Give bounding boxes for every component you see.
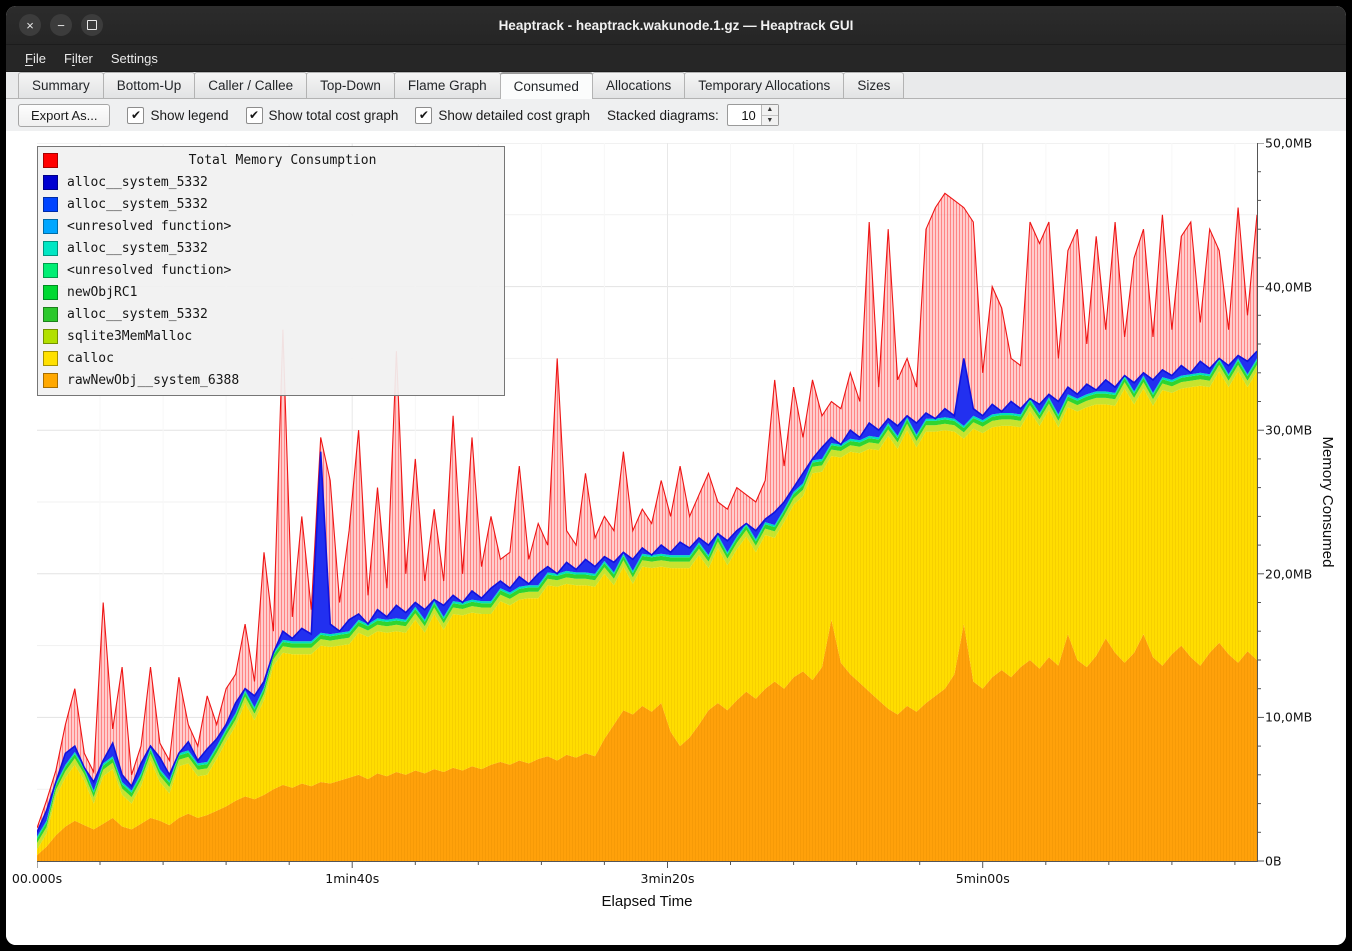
legend-entry-label: alloc__system_5332 [67, 197, 208, 212]
tab-allocations[interactable]: Allocations [592, 72, 685, 98]
tab-bottom-up[interactable]: Bottom-Up [103, 72, 196, 98]
x-tick-label: 00.000s [12, 871, 62, 886]
legend-swatch [43, 373, 58, 388]
legend-entry: alloc__system_5332 [43, 171, 498, 193]
minimize-icon: − [57, 19, 65, 32]
tab-bar: Summary Bottom-Up Caller / Callee Top-Do… [6, 72, 1346, 99]
x-tick-label: 1min40s [325, 871, 379, 886]
stacked-diagrams-control: Stacked diagrams: 10 ▲ ▼ [607, 104, 779, 126]
chevron-up-icon: ▲ [766, 106, 773, 113]
legend-title: Total Memory Consumption [67, 153, 498, 168]
legend-swatch [43, 197, 58, 212]
consumed-chart[interactable]: Total Memory Consumption alloc__system_53… [6, 131, 1346, 945]
checkbox-check-icon: ✔ [127, 107, 144, 124]
tab-summary[interactable]: Summary [18, 72, 104, 98]
legend-entry: alloc__system_5332 [43, 193, 498, 215]
legend-swatch [43, 175, 58, 190]
legend-entry-label: calloc [67, 351, 114, 366]
minimize-button[interactable]: − [50, 14, 72, 36]
show-detailed-cost-graph-checkbox[interactable]: ✔ Show detailed cost graph [415, 107, 590, 124]
tab-top-down[interactable]: Top-Down [306, 72, 395, 98]
legend-swatch [43, 351, 58, 366]
legend-entry: newObjRC1 [43, 281, 498, 303]
tab-temporary-allocations[interactable]: Temporary Allocations [684, 72, 844, 98]
legend-swatch [43, 241, 58, 256]
legend-entry-label: alloc__system_5332 [67, 241, 208, 256]
window-title: Heaptrack - heaptrack.wakunode.1.gz — He… [499, 18, 854, 33]
close-button[interactable]: × [19, 14, 41, 36]
menu-file[interactable]: File [16, 48, 55, 69]
show-legend-label: Show legend [150, 108, 228, 123]
legend-swatch [43, 307, 58, 322]
title-bar[interactable]: × − Heaptrack - heaptrack.wakunode.1.gz … [6, 6, 1346, 45]
legend-swatch [43, 263, 58, 278]
legend-entry: alloc__system_5332 [43, 237, 498, 259]
tab-consumed[interactable]: Consumed [500, 72, 593, 99]
maximize-icon [87, 20, 97, 30]
legend-swatch [43, 285, 58, 300]
show-total-cost-graph-label: Show total cost graph [269, 108, 399, 123]
application-window: × − Heaptrack - heaptrack.wakunode.1.gz … [6, 6, 1346, 945]
legend-entry: <unresolved function> [43, 259, 498, 281]
x-axis-title: Elapsed Time [602, 893, 693, 910]
x-tick-label: 3min20s [641, 871, 695, 886]
screen: × − Heaptrack - heaptrack.wakunode.1.gz … [0, 0, 1352, 951]
y-tick-label: 40,0MB [1265, 279, 1312, 294]
legend-entry-label: rawNewObj__system_6388 [67, 373, 239, 388]
legend-entry-label: <unresolved function> [67, 219, 231, 234]
spin-down-button[interactable]: ▼ [762, 115, 778, 126]
close-icon: × [26, 19, 34, 32]
show-detailed-cost-graph-label: Show detailed cost graph [438, 108, 590, 123]
legend-entry: <unresolved function> [43, 215, 498, 237]
y-tick-label: 0B [1265, 854, 1282, 869]
x-tick-label: 5min00s [956, 871, 1010, 886]
export-as-button[interactable]: Export As... [18, 104, 110, 127]
menu-filter[interactable]: Filter [55, 48, 102, 69]
legend-entry-label: sqlite3MemMalloc [67, 329, 192, 344]
tab-sizes[interactable]: Sizes [843, 72, 904, 98]
y-axis-title: Memory Consumed [1319, 437, 1336, 568]
legend-entry-label: alloc__system_5332 [67, 307, 208, 322]
menu-settings[interactable]: Settings [102, 48, 167, 69]
toolbar: Export As... ✔ Show legend ✔ Show total … [6, 99, 1346, 131]
stacked-diagrams-label: Stacked diagrams: [607, 108, 719, 123]
show-total-cost-graph-checkbox[interactable]: ✔ Show total cost graph [246, 107, 399, 124]
legend-entry-label: newObjRC1 [67, 285, 137, 300]
spin-up-button[interactable]: ▲ [762, 105, 778, 115]
legend-entry: calloc [43, 347, 498, 369]
legend-swatch [43, 329, 58, 344]
show-legend-checkbox[interactable]: ✔ Show legend [127, 107, 228, 124]
tab-flame-graph[interactable]: Flame Graph [394, 72, 501, 98]
legend-entry: rawNewObj__system_6388 [43, 369, 498, 391]
maximize-button[interactable] [81, 14, 103, 36]
legend-entry-label: alloc__system_5332 [67, 175, 208, 190]
menu-bar: File Filter Settings [6, 45, 1346, 72]
spinner-buttons: ▲ ▼ [761, 105, 778, 125]
legend-swatch [43, 219, 58, 234]
legend-entry-label: <unresolved function> [67, 263, 231, 278]
legend-swatch-total [43, 153, 58, 168]
checkbox-check-icon: ✔ [415, 107, 432, 124]
legend-entry: sqlite3MemMalloc [43, 325, 498, 347]
stacked-diagrams-value[interactable]: 10 [728, 105, 761, 125]
checkbox-check-icon: ✔ [246, 107, 263, 124]
y-tick-label: 50,0MB [1265, 136, 1312, 151]
chart-legend: Total Memory Consumption alloc__system_53… [37, 146, 505, 396]
tab-caller-callee[interactable]: Caller / Callee [194, 72, 307, 98]
chevron-down-icon: ▼ [766, 117, 773, 124]
y-tick-label: 20,0MB [1265, 566, 1312, 581]
legend-entry: alloc__system_5332 [43, 303, 498, 325]
stacked-diagrams-spinbox[interactable]: 10 ▲ ▼ [727, 104, 779, 126]
y-tick-label: 10,0MB [1265, 710, 1312, 725]
window-controls: × − [19, 6, 103, 44]
y-tick-label: 30,0MB [1265, 423, 1312, 438]
legend-title-row: Total Memory Consumption [43, 149, 498, 171]
